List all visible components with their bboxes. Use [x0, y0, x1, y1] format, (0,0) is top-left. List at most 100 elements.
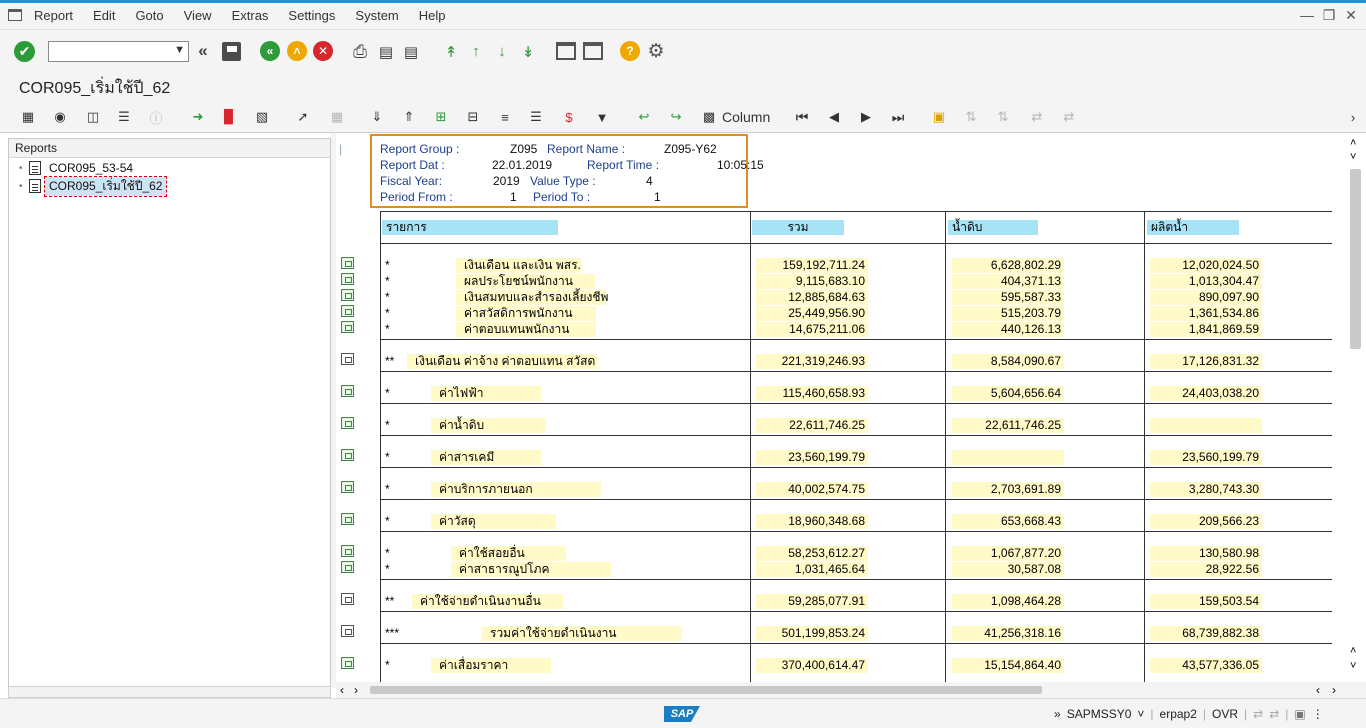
currency-icon[interactable]: $: [560, 108, 578, 126]
menu-edit[interactable]: Edit: [93, 8, 115, 23]
status-dropdown-icon[interactable]: ˅: [1137, 707, 1144, 721]
export-icon[interactable]: ➜: [189, 108, 207, 126]
menu-help[interactable]: Help: [419, 8, 446, 23]
enter-icon[interactable]: ✔: [14, 41, 35, 62]
status-more-icon[interactable]: ⋮: [1312, 707, 1324, 721]
scroll-up-fast-icon[interactable]: ˅: [1350, 151, 1356, 163]
status-expand-icon[interactable]: »: [1054, 707, 1061, 721]
close-icon[interactable]: ✕: [1344, 7, 1358, 24]
binoculars-icon[interactable]: ▩: [700, 108, 718, 126]
row-drilldown-icon[interactable]: [341, 321, 354, 333]
menu-system[interactable]: System: [355, 8, 398, 23]
menu-goto[interactable]: Goto: [135, 8, 163, 23]
cancel-icon[interactable]: ✕: [313, 41, 333, 61]
first-column-icon[interactable]: ⏮: [793, 108, 811, 126]
menu-view[interactable]: View: [184, 8, 212, 23]
tree-resize-handle[interactable]: [8, 686, 331, 698]
menu-settings[interactable]: Settings: [288, 8, 335, 23]
sort-icon[interactable]: ☰: [527, 108, 545, 126]
row-drilldown-icon[interactable]: [341, 625, 354, 637]
hierarchy-icon[interactable]: ◉: [51, 108, 69, 126]
vertical-scroll-thumb[interactable]: [1350, 169, 1361, 349]
collapse-all-icon[interactable]: ⇑: [400, 108, 418, 126]
graphic-icon[interactable]: ▉: [220, 108, 238, 126]
row-drilldown-icon[interactable]: [341, 417, 354, 429]
status-mode[interactable]: OVR: [1212, 707, 1238, 721]
row-drilldown-icon[interactable]: [341, 449, 354, 461]
command-field[interactable]: ▼: [48, 41, 189, 62]
lock-icon[interactable]: ▣: [930, 108, 948, 126]
row-drilldown-icon[interactable]: [341, 353, 354, 365]
scroll-left-icon[interactable]: ‹: [340, 683, 344, 697]
row-drilldown-icon[interactable]: [341, 273, 354, 285]
row-drilldown-icon[interactable]: [341, 257, 354, 269]
minimize-icon[interactable]: —: [1300, 7, 1314, 24]
menu-report[interactable]: Report: [34, 8, 73, 23]
horizontal-scroll-thumb[interactable]: [370, 686, 1042, 694]
last-page-icon[interactable]: ↡: [518, 42, 538, 61]
first-page-icon[interactable]: ↟: [441, 42, 461, 61]
horizontal-scrollbar[interactable]: ‹ › ‹ ›: [336, 682, 1366, 698]
find-next-icon[interactable]: ▤: [401, 42, 421, 61]
back-icon[interactable]: «: [260, 41, 280, 61]
scroll-far-right-icon[interactable]: ›: [1332, 683, 1336, 697]
command-collapse-icon[interactable]: «: [195, 41, 211, 60]
sum-levels-icon[interactable]: ≡: [496, 108, 514, 126]
command-input[interactable]: [49, 42, 167, 61]
shortcut-icon[interactable]: [583, 42, 603, 60]
previous-screen-icon[interactable]: ↩: [635, 108, 653, 126]
expand-all-icon[interactable]: ⇓: [368, 108, 386, 126]
column-header-water-production[interactable]: ผลิตน้ำ: [1147, 220, 1239, 235]
row-drilldown-icon[interactable]: [341, 385, 354, 397]
expand-node-icon[interactable]: ⊞: [432, 108, 450, 126]
scroll-down-icon[interactable]: ˄: [1350, 645, 1356, 657]
vertical-scrollbar[interactable]: ˄ ˅ ˄ ˅: [1346, 133, 1366, 688]
settings-gear-icon[interactable]: ⚙: [646, 41, 666, 62]
scroll-right-icon[interactable]: ›: [354, 683, 358, 697]
window-menu-icon[interactable]: [8, 9, 22, 21]
row-drilldown-icon[interactable]: [341, 513, 354, 525]
drilldown-icon[interactable]: ◫: [84, 108, 102, 126]
status-program[interactable]: SAPMSSY0: [1067, 707, 1132, 721]
restore-icon[interactable]: ❐: [1322, 7, 1336, 24]
save-icon[interactable]: [222, 42, 241, 61]
row-drilldown-icon[interactable]: [341, 305, 354, 317]
row-drilldown-icon[interactable]: [341, 481, 354, 493]
next-page-icon[interactable]: ↓: [492, 42, 512, 61]
help-icon[interactable]: ?: [620, 41, 640, 61]
column-header-raw-water[interactable]: น้ำดิบ: [948, 220, 1038, 235]
select-pointer-icon[interactable]: ➚: [294, 108, 312, 126]
row-value-raw: 6,628,802.29: [952, 258, 1064, 273]
filter-icon[interactable]: ▼: [593, 108, 611, 126]
menu-extras[interactable]: Extras: [232, 8, 269, 23]
last-column-icon[interactable]: ⏭: [889, 108, 907, 126]
list-icon[interactable]: ☰: [115, 108, 133, 126]
scroll-up-icon[interactable]: ˄: [1350, 137, 1356, 149]
tree-item-cor095-53-54[interactable]: • COR095_53-54: [9, 159, 330, 177]
new-session-icon[interactable]: [556, 42, 576, 60]
scroll-down-fast-icon[interactable]: ˅: [1350, 660, 1356, 672]
chevron-down-icon[interactable]: ▼: [174, 44, 185, 56]
row-drilldown-icon[interactable]: [341, 657, 354, 669]
exit-icon[interactable]: ˄: [287, 41, 307, 61]
row-drilldown-icon[interactable]: [341, 289, 354, 301]
row-drilldown-icon[interactable]: [341, 593, 354, 605]
next-column-icon[interactable]: ▶: [857, 108, 875, 126]
column-header-total[interactable]: รวม: [752, 220, 844, 235]
tree-structure-icon[interactable]: ▦: [19, 108, 37, 126]
row-drilldown-icon[interactable]: [341, 561, 354, 573]
column-header-item[interactable]: รายการ: [382, 220, 558, 235]
layout-icon[interactable]: ▧: [253, 108, 271, 126]
tree-item-cor095-y62[interactable]: • COR095_เริ่มใช้ปี_62: [9, 175, 330, 197]
collapse-node-icon[interactable]: ⊟: [464, 108, 482, 126]
more-chevron-icon[interactable]: ›: [1344, 108, 1362, 126]
previous-column-icon[interactable]: ◀: [825, 108, 843, 126]
find-icon[interactable]: ▤: [376, 42, 396, 61]
row-drilldown-icon[interactable]: [341, 545, 354, 557]
next-screen-icon[interactable]: ↪: [667, 108, 685, 126]
scroll-far-left-icon[interactable]: ‹: [1316, 683, 1320, 697]
row-label: ค่าวัสดุ: [431, 514, 556, 529]
previous-page-icon[interactable]: ↑: [466, 42, 486, 61]
column-button-label[interactable]: Column: [722, 109, 770, 125]
print-icon[interactable]: ⎙: [350, 42, 370, 61]
